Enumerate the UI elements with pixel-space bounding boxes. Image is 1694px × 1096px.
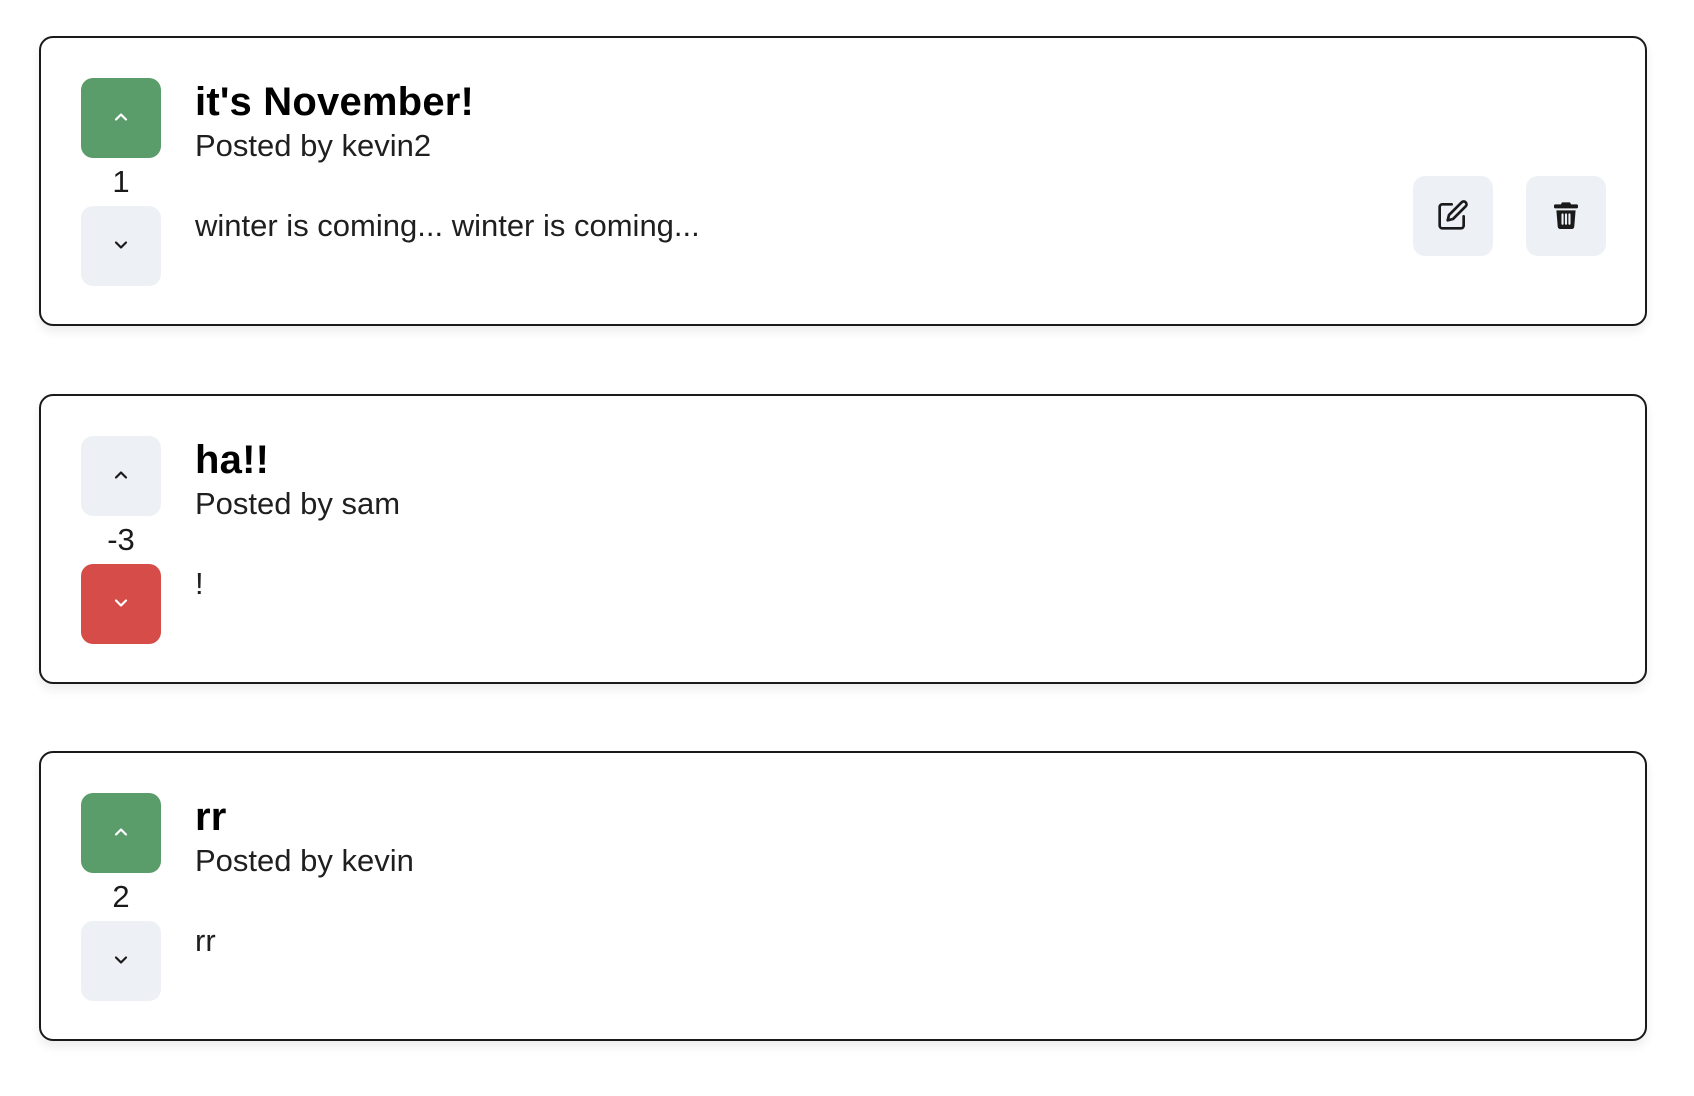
downvote-button[interactable] (81, 564, 161, 644)
post-title: ha!! (195, 438, 270, 482)
post-author: Posted by kevin2 (195, 128, 432, 163)
chevron-down-icon (111, 593, 131, 616)
chevron-up-icon (111, 107, 131, 130)
edit-post-button[interactable] (1413, 176, 1493, 256)
post-card: 2 rr Posted by kevin rr (39, 751, 1647, 1041)
delete-post-button[interactable] (1526, 176, 1606, 256)
post-title: rr (195, 795, 227, 839)
upvote-button[interactable] (81, 78, 161, 158)
post-author: Posted by kevin (195, 843, 414, 878)
edit-icon (1437, 199, 1469, 234)
downvote-button[interactable] (81, 921, 161, 1001)
post-content: winter is coming... winter is coming... (195, 208, 700, 243)
upvote-button[interactable] (81, 793, 161, 873)
trash-icon (1550, 199, 1582, 234)
vote-count: 1 (112, 164, 130, 199)
vote-count: -3 (107, 522, 135, 557)
vote-controls: 1 (81, 78, 161, 288)
chevron-down-icon (111, 950, 131, 973)
post-title: it's November! (195, 80, 475, 124)
post-body: rr Posted by kevin rr (195, 793, 1445, 960)
post-card: -3 ha!! Posted by sam ! (39, 394, 1647, 684)
post-content: rr (195, 923, 216, 958)
chevron-down-icon (111, 235, 131, 258)
post-content: ! (195, 566, 204, 601)
chevron-up-icon (111, 465, 131, 488)
post-author: Posted by sam (195, 486, 401, 521)
post-feed: 1 it's November! Posted by kevin2 winter… (0, 0, 1694, 1096)
post-body: it's November! Posted by kevin2 winter i… (195, 78, 1445, 245)
upvote-button[interactable] (81, 436, 161, 516)
vote-controls: 2 (81, 793, 161, 1003)
chevron-up-icon (111, 822, 131, 845)
downvote-button[interactable] (81, 206, 161, 286)
post-body: ha!! Posted by sam ! (195, 436, 1445, 603)
vote-controls: -3 (81, 436, 161, 646)
vote-count: 2 (112, 879, 130, 914)
post-card: 1 it's November! Posted by kevin2 winter… (39, 36, 1647, 326)
